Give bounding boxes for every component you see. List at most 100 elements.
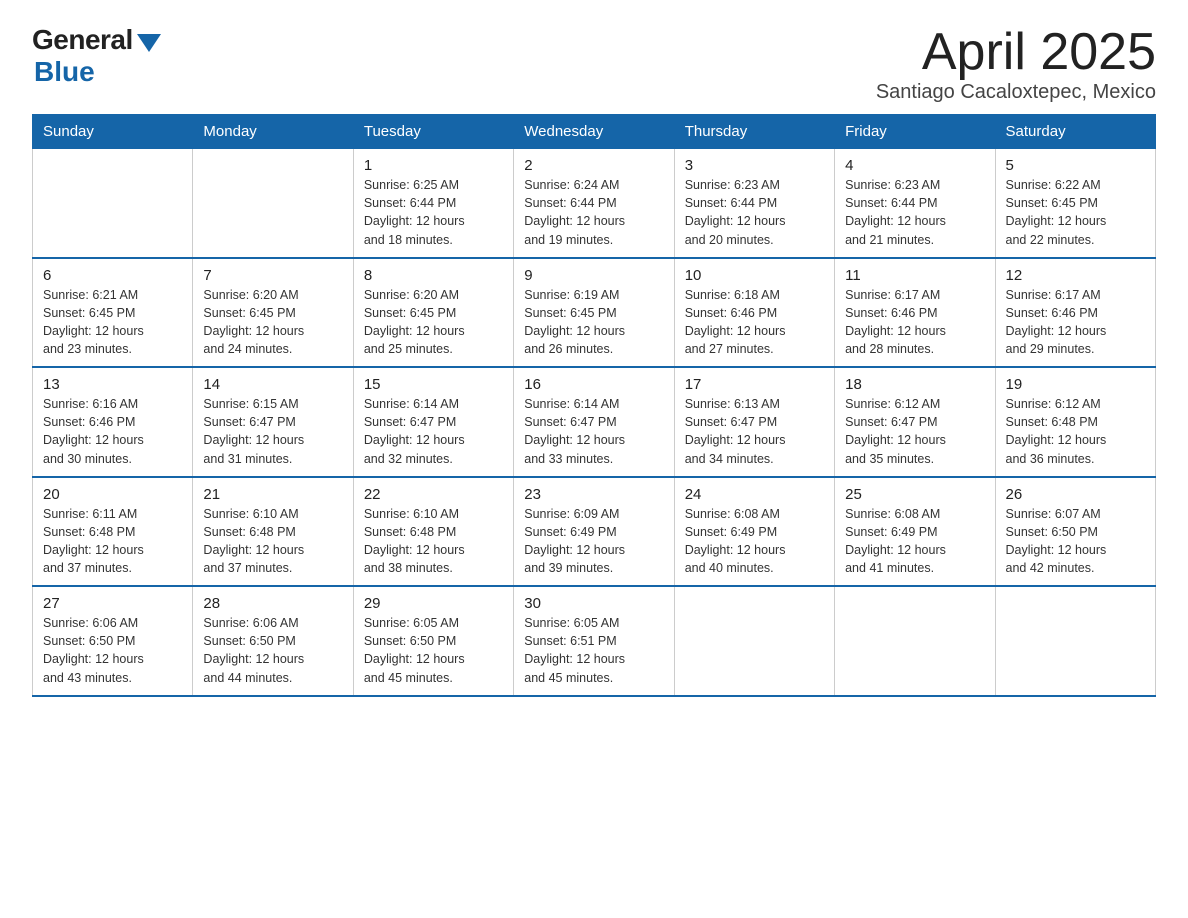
day-number: 6	[43, 267, 182, 284]
day-cell: 2 Sunrise: 6:24 AM Sunset: 6:44 PM Daylig…	[514, 149, 674, 258]
day-info: Sunrise: 6:15 AM Sunset: 6:47 PM Dayligh…	[203, 395, 342, 468]
day-cell: 21 Sunrise: 6:10 AM Sunset: 6:48 PM Dayli…	[193, 477, 353, 587]
day-info: Sunrise: 6:06 AM Sunset: 6:50 PM Dayligh…	[43, 614, 182, 687]
day-cell	[995, 586, 1155, 696]
calendar-header-row: SundayMondayTuesdayWednesdayThursdayFrid…	[33, 115, 1156, 149]
day-info: Sunrise: 6:24 AM Sunset: 6:44 PM Dayligh…	[524, 176, 663, 249]
day-info: Sunrise: 6:07 AM Sunset: 6:50 PM Dayligh…	[1006, 505, 1145, 578]
logo-blue-text: Blue	[34, 56, 95, 88]
day-cell: 4Sunrise: 6:23 AM Sunset: 6:44 PM Daylig…	[835, 149, 995, 258]
header-monday: Monday	[193, 115, 353, 149]
week-row-2: 13Sunrise: 6:16 AM Sunset: 6:46 PM Dayli…	[33, 367, 1156, 477]
day-cell: 8Sunrise: 6:20 AM Sunset: 6:45 PM Daylig…	[353, 258, 513, 368]
logo: General Blue	[32, 24, 161, 88]
day-info: Sunrise: 6:20 AM Sunset: 6:45 PM Dayligh…	[203, 286, 342, 359]
day-number: 30	[524, 595, 663, 612]
title-block: April 2025 Santiago Cacaloxtepec, Mexico	[876, 24, 1156, 104]
day-number: 15	[364, 376, 503, 393]
day-cell: 22 Sunrise: 6:10 AM Sunset: 6:48 PM Dayli…	[353, 477, 513, 587]
day-number: 22	[364, 486, 503, 503]
day-number: 23	[524, 486, 663, 503]
day-info: Sunrise: 6:16 AM Sunset: 6:46 PM Dayligh…	[43, 395, 182, 468]
day-number: 17	[685, 376, 824, 393]
day-info: Sunrise: 6:08 AM Sunset: 6:49 PM Dayligh…	[685, 505, 824, 578]
day-cell	[33, 149, 193, 258]
day-info: Sunrise: 6:23 AM Sunset: 6:44 PM Dayligh…	[845, 176, 984, 249]
header-friday: Friday	[835, 115, 995, 149]
day-cell: 14Sunrise: 6:15 AM Sunset: 6:47 PM Dayli…	[193, 367, 353, 477]
day-number: 9	[524, 267, 663, 284]
day-number: 1	[364, 157, 503, 174]
day-cell: 28 Sunrise: 6:06 AM Sunset: 6:50 PM Dayli…	[193, 586, 353, 696]
day-info: Sunrise: 6:17 AM Sunset: 6:46 PM Dayligh…	[845, 286, 984, 359]
day-cell: 15 Sunrise: 6:14 AM Sunset: 6:47 PM Dayli…	[353, 367, 513, 477]
day-info: Sunrise: 6:19 AM Sunset: 6:45 PM Dayligh…	[524, 286, 663, 359]
day-number: 24	[685, 486, 824, 503]
day-cell: 25 Sunrise: 6:08 AM Sunset: 6:49 PM Dayli…	[835, 477, 995, 587]
day-number: 21	[203, 486, 342, 503]
day-cell: 1 Sunrise: 6:25 AM Sunset: 6:44 PM Daylig…	[353, 149, 513, 258]
day-cell: 5Sunrise: 6:22 AM Sunset: 6:45 PM Daylig…	[995, 149, 1155, 258]
day-number: 19	[1006, 376, 1145, 393]
day-cell: 29Sunrise: 6:05 AM Sunset: 6:50 PM Dayli…	[353, 586, 513, 696]
day-info: Sunrise: 6:13 AM Sunset: 6:47 PM Dayligh…	[685, 395, 824, 468]
header-wednesday: Wednesday	[514, 115, 674, 149]
day-info: Sunrise: 6:17 AM Sunset: 6:46 PM Dayligh…	[1006, 286, 1145, 359]
day-number: 7	[203, 267, 342, 284]
day-info: Sunrise: 6:08 AM Sunset: 6:49 PM Dayligh…	[845, 505, 984, 578]
day-info: Sunrise: 6:10 AM Sunset: 6:48 PM Dayligh…	[203, 505, 342, 578]
day-info: Sunrise: 6:22 AM Sunset: 6:45 PM Dayligh…	[1006, 176, 1145, 249]
calendar-title: April 2025	[876, 24, 1156, 81]
day-number: 10	[685, 267, 824, 284]
day-number: 16	[524, 376, 663, 393]
day-info: Sunrise: 6:18 AM Sunset: 6:46 PM Dayligh…	[685, 286, 824, 359]
day-cell: 18 Sunrise: 6:12 AM Sunset: 6:47 PM Dayli…	[835, 367, 995, 477]
day-number: 3	[685, 157, 824, 174]
week-row-1: 6Sunrise: 6:21 AM Sunset: 6:45 PM Daylig…	[33, 258, 1156, 368]
day-cell: 6Sunrise: 6:21 AM Sunset: 6:45 PM Daylig…	[33, 258, 193, 368]
day-cell: 3 Sunrise: 6:23 AM Sunset: 6:44 PM Daylig…	[674, 149, 834, 258]
day-info: Sunrise: 6:10 AM Sunset: 6:48 PM Dayligh…	[364, 505, 503, 578]
logo-general-text: General	[32, 24, 133, 56]
day-number: 25	[845, 486, 984, 503]
day-cell: 10 Sunrise: 6:18 AM Sunset: 6:46 PM Dayli…	[674, 258, 834, 368]
day-cell: 24 Sunrise: 6:08 AM Sunset: 6:49 PM Dayli…	[674, 477, 834, 587]
day-cell: 16 Sunrise: 6:14 AM Sunset: 6:47 PM Dayli…	[514, 367, 674, 477]
header-saturday: Saturday	[995, 115, 1155, 149]
day-info: Sunrise: 6:12 AM Sunset: 6:48 PM Dayligh…	[1006, 395, 1145, 468]
day-info: Sunrise: 6:14 AM Sunset: 6:47 PM Dayligh…	[364, 395, 503, 468]
day-info: Sunrise: 6:12 AM Sunset: 6:47 PM Dayligh…	[845, 395, 984, 468]
day-number: 20	[43, 486, 182, 503]
day-number: 8	[364, 267, 503, 284]
day-info: Sunrise: 6:05 AM Sunset: 6:50 PM Dayligh…	[364, 614, 503, 687]
logo-arrow-icon	[137, 34, 161, 52]
day-info: Sunrise: 6:09 AM Sunset: 6:49 PM Dayligh…	[524, 505, 663, 578]
week-row-3: 20Sunrise: 6:11 AM Sunset: 6:48 PM Dayli…	[33, 477, 1156, 587]
day-info: Sunrise: 6:23 AM Sunset: 6:44 PM Dayligh…	[685, 176, 824, 249]
day-cell	[193, 149, 353, 258]
day-cell: 26 Sunrise: 6:07 AM Sunset: 6:50 PM Dayli…	[995, 477, 1155, 587]
day-info: Sunrise: 6:06 AM Sunset: 6:50 PM Dayligh…	[203, 614, 342, 687]
day-number: 11	[845, 267, 984, 284]
day-number: 12	[1006, 267, 1145, 284]
day-cell: 20Sunrise: 6:11 AM Sunset: 6:48 PM Dayli…	[33, 477, 193, 587]
day-cell: 27Sunrise: 6:06 AM Sunset: 6:50 PM Dayli…	[33, 586, 193, 696]
day-cell: 19 Sunrise: 6:12 AM Sunset: 6:48 PM Dayli…	[995, 367, 1155, 477]
day-info: Sunrise: 6:05 AM Sunset: 6:51 PM Dayligh…	[524, 614, 663, 687]
week-row-4: 27Sunrise: 6:06 AM Sunset: 6:50 PM Dayli…	[33, 586, 1156, 696]
calendar-subtitle: Santiago Cacaloxtepec, Mexico	[876, 81, 1156, 104]
day-number: 18	[845, 376, 984, 393]
day-number: 2	[524, 157, 663, 174]
day-cell	[835, 586, 995, 696]
week-row-0: 1 Sunrise: 6:25 AM Sunset: 6:44 PM Daylig…	[33, 149, 1156, 258]
day-cell: 30 Sunrise: 6:05 AM Sunset: 6:51 PM Dayli…	[514, 586, 674, 696]
day-cell: 13Sunrise: 6:16 AM Sunset: 6:46 PM Dayli…	[33, 367, 193, 477]
day-number: 26	[1006, 486, 1145, 503]
day-info: Sunrise: 6:14 AM Sunset: 6:47 PM Dayligh…	[524, 395, 663, 468]
day-cell: 11 Sunrise: 6:17 AM Sunset: 6:46 PM Dayli…	[835, 258, 995, 368]
header-tuesday: Tuesday	[353, 115, 513, 149]
day-cell: 7 Sunrise: 6:20 AM Sunset: 6:45 PM Daylig…	[193, 258, 353, 368]
day-number: 28	[203, 595, 342, 612]
day-cell: 9 Sunrise: 6:19 AM Sunset: 6:45 PM Daylig…	[514, 258, 674, 368]
day-info: Sunrise: 6:25 AM Sunset: 6:44 PM Dayligh…	[364, 176, 503, 249]
